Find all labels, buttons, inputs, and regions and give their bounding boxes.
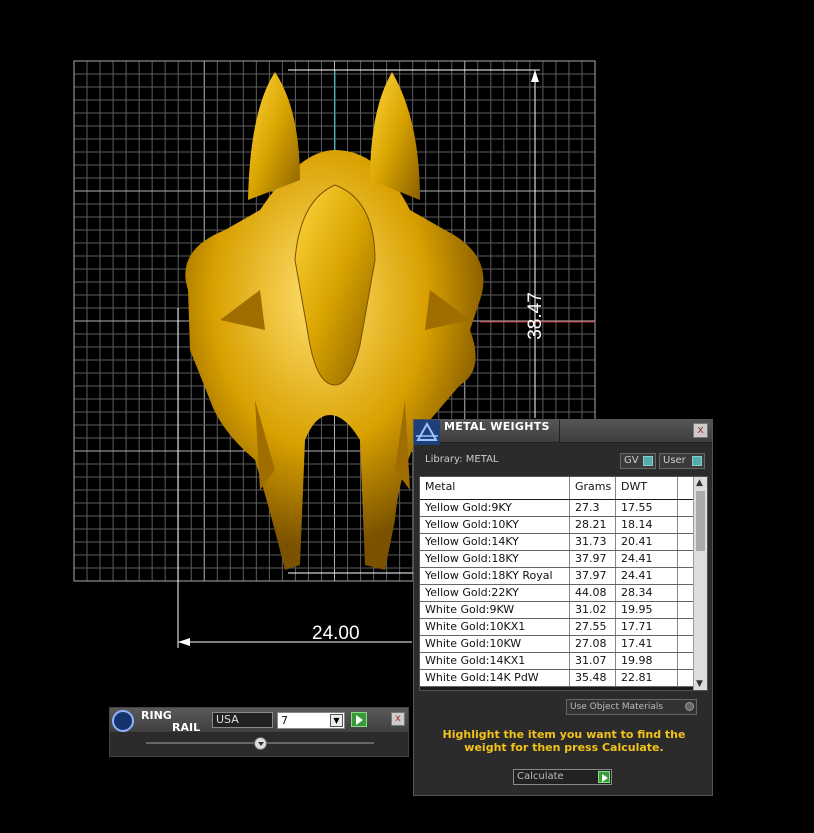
apply-play-icon[interactable]	[351, 712, 367, 727]
dwt-cell: 19.98	[616, 653, 678, 669]
metal-cell: White Gold:10KW	[420, 636, 570, 652]
grams-cell: 27.55	[570, 619, 616, 635]
metal-weights-titlebar[interactable]: METAL WEIGHTS x	[414, 420, 712, 445]
close-icon[interactable]: x	[391, 712, 405, 726]
table-row[interactable]: Yellow Gold:18KY 37.97 24.41	[420, 551, 694, 568]
calculate-button[interactable]: Calculate	[513, 769, 612, 785]
country-field[interactable]: USA	[212, 712, 273, 728]
extra-cell	[678, 517, 694, 533]
scroll-thumb[interactable]	[696, 491, 705, 551]
use-object-materials-toggle[interactable]: Use Object Materials	[566, 699, 697, 715]
extra-cell	[678, 585, 694, 601]
ring-size-select[interactable]: 7 ▼	[277, 712, 345, 729]
dwt-cell: 17.71	[616, 619, 678, 635]
library-label: Library: METAL	[425, 454, 499, 465]
extra-cell	[678, 534, 694, 550]
dwt-cell: 18.14	[616, 517, 678, 533]
table-row[interactable]: Yellow Gold:22KY 44.08 28.34	[420, 585, 694, 602]
metal-cell: Yellow Gold:18KY	[420, 551, 570, 567]
close-icon[interactable]: x	[693, 423, 708, 438]
gv-toggle[interactable]: GV	[620, 453, 656, 469]
metal-weights-panel: METAL WEIGHTS x Library: METAL GV User M…	[413, 419, 713, 796]
grams-cell: 27.08	[570, 636, 616, 652]
user-toggle-label: User	[663, 455, 686, 466]
column-header-dwt[interactable]: DWT	[616, 477, 678, 499]
grams-cell: 31.02	[570, 602, 616, 618]
extra-cell	[678, 551, 694, 567]
metal-cell: Yellow Gold:22KY	[420, 585, 570, 601]
metal-cell: White Gold:10KX1	[420, 619, 570, 635]
extra-cell	[678, 602, 694, 618]
extra-cell	[678, 568, 694, 584]
ring-rail-toolbar: RING RAIL USA 7 ▼ x	[110, 708, 408, 734]
dwt-cell: 22.81	[616, 670, 678, 686]
metal-weights-title: METAL WEIGHTS	[444, 420, 550, 433]
extra-cell	[678, 500, 694, 516]
toggle-indicator-icon	[692, 456, 702, 466]
metal-cell: Yellow Gold:10KY	[420, 517, 570, 533]
extra-cell	[678, 653, 694, 669]
grams-cell: 31.07	[570, 653, 616, 669]
dwt-cell: 28.34	[616, 585, 678, 601]
gv-toggle-label: GV	[624, 455, 639, 466]
grams-cell: 37.97	[570, 568, 616, 584]
metal-cell: White Gold:14K PdW	[420, 670, 570, 686]
toggle-indicator-icon	[643, 456, 653, 466]
table-row[interactable]: Yellow Gold:10KY 28.21 18.14	[420, 517, 694, 534]
extra-cell	[678, 670, 694, 686]
dwt-cell: 17.55	[616, 500, 678, 516]
dwt-cell: 20.41	[616, 534, 678, 550]
metal-cell: Yellow Gold:14KY	[420, 534, 570, 550]
width-dimension-label: 24.00	[312, 623, 360, 644]
column-header-grams[interactable]: Grams	[570, 477, 616, 499]
column-header-extra	[678, 477, 694, 499]
grams-cell: 27.3	[570, 500, 616, 516]
table-row[interactable]: White Gold:10KX1 27.55 17.71	[420, 619, 694, 636]
dwt-cell: 17.41	[616, 636, 678, 652]
chevron-down-icon[interactable]: ▼	[330, 714, 343, 727]
ring-rail-title-line1: RING	[141, 709, 172, 722]
calculate-label: Calculate	[517, 771, 564, 782]
table-row[interactable]: Yellow Gold:9KY 27.3 17.55	[420, 500, 694, 517]
table-row[interactable]: White Gold:10KW 27.08 17.41	[420, 636, 694, 653]
table-scrollbar[interactable]: ▲ ▼	[693, 477, 707, 690]
app-logo-icon	[414, 420, 440, 445]
table-row[interactable]: Yellow Gold:18KY Royal 37.97 24.41	[420, 568, 694, 585]
grams-cell: 37.97	[570, 551, 616, 567]
table-row[interactable]: White Gold:14K PdW 35.48 22.81	[420, 670, 694, 687]
grams-cell: 35.48	[570, 670, 616, 686]
dwt-cell: 24.41	[616, 551, 678, 567]
metal-cell: White Gold:9KW	[420, 602, 570, 618]
user-toggle[interactable]: User	[659, 453, 705, 469]
ring-rail-icon	[112, 710, 134, 732]
grams-cell: 28.21	[570, 517, 616, 533]
ring-rail-title-line2: RAIL	[172, 721, 201, 734]
play-icon	[598, 771, 610, 783]
hint-text: Highlight the item you want to find the …	[442, 728, 686, 754]
ring-size-value: 7	[281, 714, 288, 727]
column-header-metal[interactable]: Metal	[420, 477, 570, 499]
ring-rail-panel: RING RAIL USA 7 ▼ x	[109, 707, 409, 757]
table-header: Metal Grams DWT	[420, 477, 694, 499]
use-object-materials-label: Use Object Materials	[570, 702, 664, 712]
scroll-down-icon[interactable]: ▼	[696, 679, 703, 689]
table-row[interactable]: Yellow Gold:14KY 31.73 20.41	[420, 534, 694, 551]
table-row[interactable]: White Gold:9KW 31.02 19.95	[420, 602, 694, 619]
metal-weights-table[interactable]: Metal Grams DWT Yellow Gold:9KY 27.3 17.55…	[419, 476, 708, 691]
extra-cell	[678, 636, 694, 652]
height-dimension-label: 38.47	[524, 292, 546, 340]
scroll-up-icon[interactable]: ▲	[696, 478, 703, 488]
ring-rail-slider-knob[interactable]	[254, 737, 267, 750]
dwt-cell: 19.95	[616, 602, 678, 618]
table-body: Yellow Gold:9KY 27.3 17.55 Yellow Gold:10KY…	[420, 500, 694, 687]
metal-cell: White Gold:14KX1	[420, 653, 570, 669]
metal-cell: Yellow Gold:9KY	[420, 500, 570, 516]
table-row[interactable]: White Gold:14KX1 31.07 19.98	[420, 653, 694, 670]
metal-cell: Yellow Gold:18KY Royal	[420, 568, 570, 584]
dwt-cell: 24.41	[616, 568, 678, 584]
radio-dot-icon	[685, 702, 694, 711]
extra-cell	[678, 619, 694, 635]
grams-cell: 44.08	[570, 585, 616, 601]
grams-cell: 31.73	[570, 534, 616, 550]
